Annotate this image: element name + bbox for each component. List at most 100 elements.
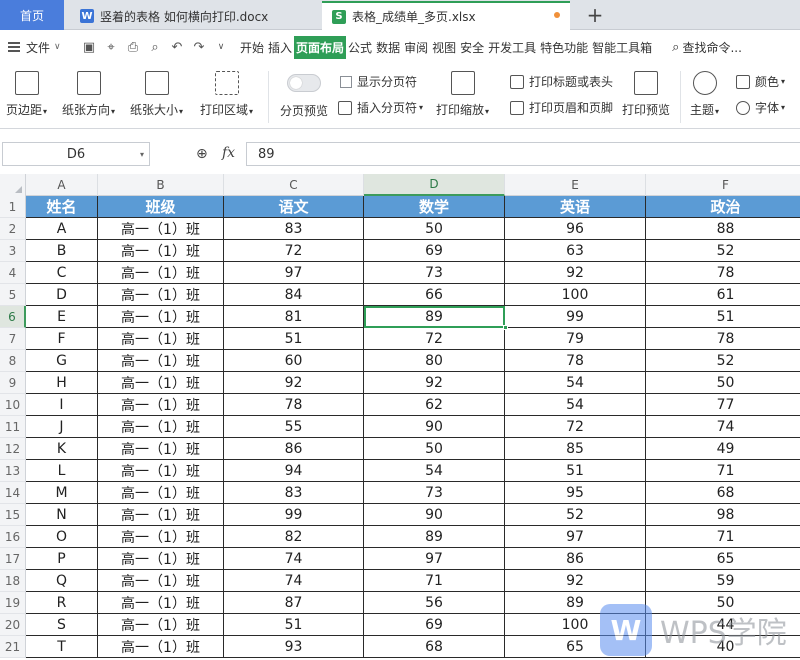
table-cell[interactable]: 84 xyxy=(224,284,364,306)
table-cell[interactable]: M xyxy=(26,482,98,504)
table-cell[interactable]: 66 xyxy=(364,284,505,306)
undo-icon[interactable]: ↶ xyxy=(166,40,188,55)
table-cell[interactable]: 98 xyxy=(646,504,800,526)
paper-size-button[interactable]: 纸张大小▾ xyxy=(130,71,183,118)
margins-button[interactable]: 页边距▾ xyxy=(6,71,47,118)
table-cell[interactable]: 68 xyxy=(646,482,800,504)
name-box[interactable]: D6 ▾ xyxy=(2,142,150,166)
table-cell[interactable]: 高一（1）班 xyxy=(98,328,224,350)
table-cell[interactable]: 79 xyxy=(505,328,646,350)
table-cell[interactable]: 51 xyxy=(646,306,800,328)
tab-8[interactable]: 开发工具 xyxy=(486,36,538,59)
theme-button[interactable]: 主题▾ xyxy=(690,71,719,118)
print-icon[interactable]: ⎙ xyxy=(122,40,144,55)
table-cell[interactable]: 86 xyxy=(224,438,364,460)
table-cell[interactable]: 92 xyxy=(505,570,646,592)
table-cell[interactable]: L xyxy=(26,460,98,482)
page-break-preview-button[interactable]: 分页预览 xyxy=(280,71,328,119)
row-header-7[interactable]: 7 xyxy=(0,328,26,350)
fx-icon[interactable]: fx xyxy=(222,145,235,161)
table-cell[interactable]: 95 xyxy=(505,482,646,504)
table-cell[interactable]: 高一（1）班 xyxy=(98,394,224,416)
tab-xls-file[interactable]: S 表格_成绩单_多页.xlsx xyxy=(322,1,570,30)
table-cell[interactable]: F xyxy=(26,328,98,350)
table-cell[interactable]: 高一（1）班 xyxy=(98,262,224,284)
tab-home[interactable]: 首页 xyxy=(0,0,64,30)
table-cell[interactable]: 54 xyxy=(364,460,505,482)
print-preview-button[interactable]: 打印预览 xyxy=(622,71,670,118)
table-cell[interactable]: 50 xyxy=(364,438,505,460)
table-cell[interactable]: 85 xyxy=(505,438,646,460)
table-cell[interactable]: 72 xyxy=(364,328,505,350)
tab-2[interactable]: 页面布局 xyxy=(294,35,347,59)
select-all-corner[interactable] xyxy=(0,174,26,196)
colors-button[interactable]: 颜色 ▾ xyxy=(736,73,785,90)
table-cell[interactable]: 高一（1）班 xyxy=(98,548,224,570)
table-cell[interactable]: E xyxy=(26,306,98,328)
table-cell[interactable]: D xyxy=(26,284,98,306)
table-cell[interactable]: 高一（1）班 xyxy=(98,438,224,460)
header-cell[interactable]: 数学 xyxy=(364,196,505,218)
table-cell[interactable]: 86 xyxy=(505,548,646,570)
orientation-button[interactable]: 纸张方向▾ xyxy=(62,71,115,118)
table-cell[interactable]: I xyxy=(26,394,98,416)
insert-page-break-button[interactable]: 插入分页符 ▾ xyxy=(338,99,423,116)
table-cell[interactable]: 高一（1）班 xyxy=(98,306,224,328)
command-search[interactable]: ⌕ 查找命令... xyxy=(672,39,742,56)
fonts-button[interactable]: 字体 ▾ xyxy=(736,99,785,116)
table-cell[interactable]: 97 xyxy=(505,526,646,548)
table-cell[interactable]: P xyxy=(26,548,98,570)
table-cell[interactable]: 83 xyxy=(224,482,364,504)
row-header-4[interactable]: 4 xyxy=(0,262,26,284)
table-cell[interactable]: 50 xyxy=(364,218,505,240)
table-cell[interactable]: 56 xyxy=(364,592,505,614)
table-cell[interactable]: 72 xyxy=(224,240,364,262)
table-cell[interactable]: 74 xyxy=(224,570,364,592)
table-cell[interactable]: 高一（1）班 xyxy=(98,284,224,306)
table-cell[interactable]: 63 xyxy=(505,240,646,262)
header-cell[interactable]: 政治 xyxy=(646,196,800,218)
redo-icon[interactable]: ↷ xyxy=(188,40,210,55)
table-cell[interactable]: 71 xyxy=(646,526,800,548)
table-cell[interactable]: 51 xyxy=(224,614,364,636)
table-cell[interactable]: 52 xyxy=(646,350,800,372)
row-header-18[interactable]: 18 xyxy=(0,570,26,592)
column-header-c[interactable]: C xyxy=(224,174,364,196)
table-cell[interactable]: 54 xyxy=(505,394,646,416)
row-header-17[interactable]: 17 xyxy=(0,548,26,570)
row-header-14[interactable]: 14 xyxy=(0,482,26,504)
column-header-b[interactable]: B xyxy=(98,174,224,196)
table-cell[interactable]: 99 xyxy=(224,504,364,526)
table-cell[interactable]: G xyxy=(26,350,98,372)
new-tab-button[interactable]: + xyxy=(584,2,606,28)
column-header-d[interactable]: D xyxy=(364,174,505,196)
tab-1[interactable]: 插入 xyxy=(266,36,294,59)
table-cell[interactable]: 77 xyxy=(646,394,800,416)
table-cell[interactable]: 71 xyxy=(364,570,505,592)
row-header-15[interactable]: 15 xyxy=(0,504,26,526)
tab-4[interactable]: 数据 xyxy=(374,36,402,59)
table-cell[interactable]: 82 xyxy=(224,526,364,548)
table-cell[interactable]: 高一（1）班 xyxy=(98,350,224,372)
table-cell[interactable]: 52 xyxy=(505,504,646,526)
table-cell[interactable]: 52 xyxy=(646,240,800,262)
row-header-19[interactable]: 19 xyxy=(0,592,26,614)
header-footer-button[interactable]: 打印页眉和页脚 xyxy=(510,99,613,116)
table-cell[interactable]: 54 xyxy=(505,372,646,394)
table-cell[interactable]: 90 xyxy=(364,416,505,438)
table-cell[interactable]: 93 xyxy=(224,636,364,658)
table-cell[interactable]: 87 xyxy=(224,592,364,614)
table-cell[interactable]: 69 xyxy=(364,614,505,636)
format-painter-icon[interactable]: ⌖ xyxy=(100,40,122,55)
table-cell[interactable]: 高一（1）班 xyxy=(98,240,224,262)
table-cell[interactable]: 96 xyxy=(505,218,646,240)
table-cell[interactable]: 49 xyxy=(646,438,800,460)
print-preview-icon[interactable]: ⌕ xyxy=(144,40,166,55)
header-cell[interactable]: 英语 xyxy=(505,196,646,218)
print-scaling-button[interactable]: 打印缩放▾ xyxy=(436,71,489,118)
table-cell[interactable]: 51 xyxy=(505,460,646,482)
table-cell[interactable]: 62 xyxy=(364,394,505,416)
tab-6[interactable]: 视图 xyxy=(430,36,458,59)
table-cell[interactable]: O xyxy=(26,526,98,548)
table-cell[interactable]: 88 xyxy=(646,218,800,240)
